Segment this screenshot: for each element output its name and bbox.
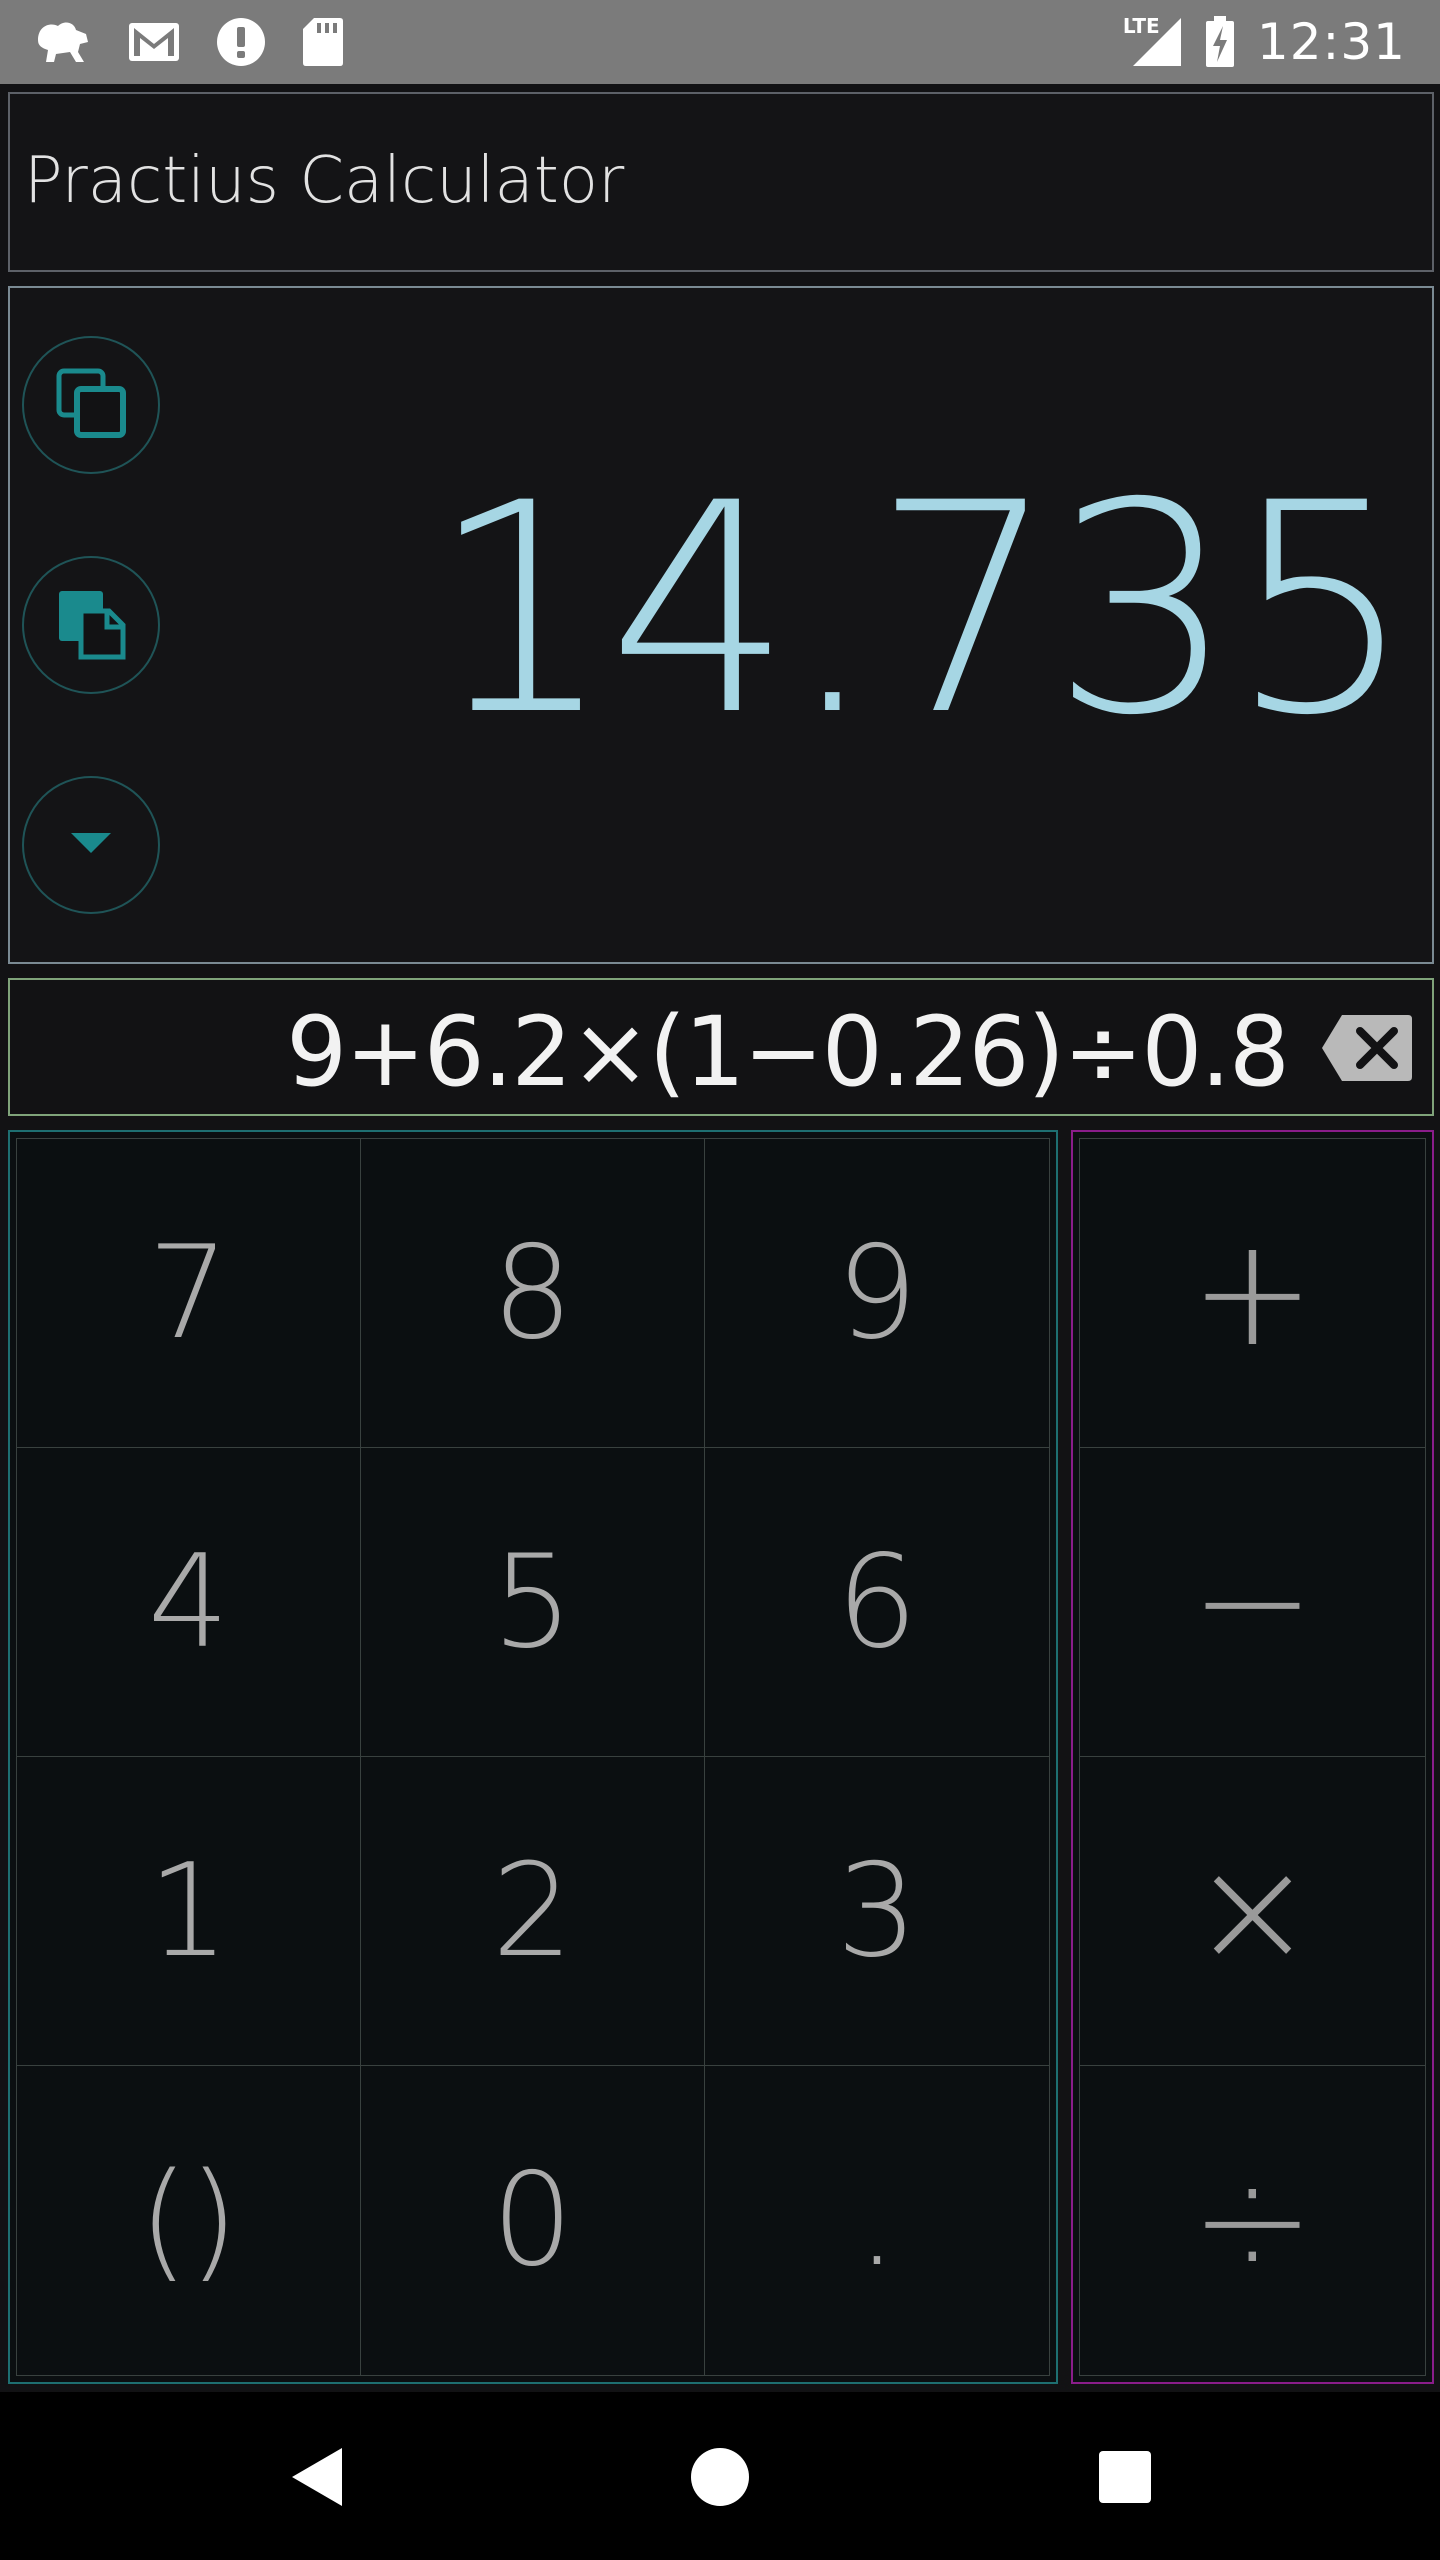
gmail-icon bbox=[128, 22, 180, 62]
backspace-icon bbox=[1320, 1015, 1414, 1087]
key-7[interactable]: 7 bbox=[17, 1139, 361, 1448]
copy-button[interactable] bbox=[22, 336, 160, 474]
recents-button[interactable] bbox=[1090, 2442, 1160, 2512]
network-label: LTE bbox=[1122, 14, 1160, 38]
key-plus[interactable]: + bbox=[1080, 1139, 1425, 1448]
key-0[interactable]: 0 bbox=[361, 2066, 705, 2375]
expand-button[interactable] bbox=[22, 776, 160, 914]
battery-charging-icon bbox=[1205, 16, 1235, 68]
app-title: Practius Calculator bbox=[24, 144, 625, 218]
result-display: 14.735 bbox=[429, 442, 1414, 779]
key-parentheses[interactable]: () bbox=[17, 2066, 361, 2375]
key-multiply[interactable]: × bbox=[1080, 1757, 1425, 2066]
paste-icon bbox=[53, 585, 129, 665]
key-3[interactable]: 3 bbox=[705, 1757, 1049, 2066]
app-bar: Practius Calculator bbox=[8, 92, 1434, 272]
back-icon bbox=[284, 2448, 354, 2516]
lion-icon bbox=[34, 18, 92, 66]
back-button[interactable] bbox=[284, 2442, 354, 2512]
key-1[interactable]: 1 bbox=[17, 1757, 361, 2066]
status-bar: LTE 12:31 bbox=[0, 0, 1440, 84]
operator-keypad: + − × ÷ bbox=[1071, 1130, 1434, 2384]
key-decimal[interactable]: . bbox=[705, 2066, 1049, 2375]
home-icon bbox=[685, 2448, 755, 2516]
digit-keypad: 7 8 9 4 5 6 1 2 3 () 0 . bbox=[8, 1130, 1058, 2384]
key-4[interactable]: 4 bbox=[17, 1448, 361, 1757]
paste-button[interactable] bbox=[22, 556, 160, 694]
lte-signal-icon: LTE bbox=[1123, 14, 1183, 68]
clock: 12:31 bbox=[1256, 13, 1406, 71]
dropdown-icon bbox=[69, 831, 113, 859]
recents-icon bbox=[1090, 2451, 1160, 2516]
home-button[interactable] bbox=[685, 2442, 755, 2512]
copy-icon bbox=[53, 365, 129, 445]
backspace-button[interactable] bbox=[1320, 1013, 1414, 1083]
key-9[interactable]: 9 bbox=[705, 1139, 1049, 1448]
system-icons: LTE 12:31 bbox=[1123, 13, 1406, 71]
key-8[interactable]: 8 bbox=[361, 1139, 705, 1448]
alert-icon bbox=[216, 17, 266, 67]
sd-card-icon bbox=[302, 17, 344, 67]
key-divide[interactable]: ÷ bbox=[1080, 2066, 1425, 2375]
notification-icons bbox=[34, 14, 344, 70]
key-6[interactable]: 6 bbox=[705, 1448, 1049, 1757]
navigation-bar bbox=[0, 2392, 1440, 2560]
key-2[interactable]: 2 bbox=[361, 1757, 705, 2066]
key-5[interactable]: 5 bbox=[361, 1448, 705, 1757]
expression-input[interactable]: 9+6.2×(1−0.26)÷0.8 bbox=[286, 999, 1290, 1106]
result-panel: 14.735 bbox=[8, 286, 1434, 964]
key-minus[interactable]: − bbox=[1080, 1448, 1425, 1757]
expression-panel: 9+6.2×(1−0.26)÷0.8 bbox=[8, 978, 1434, 1116]
